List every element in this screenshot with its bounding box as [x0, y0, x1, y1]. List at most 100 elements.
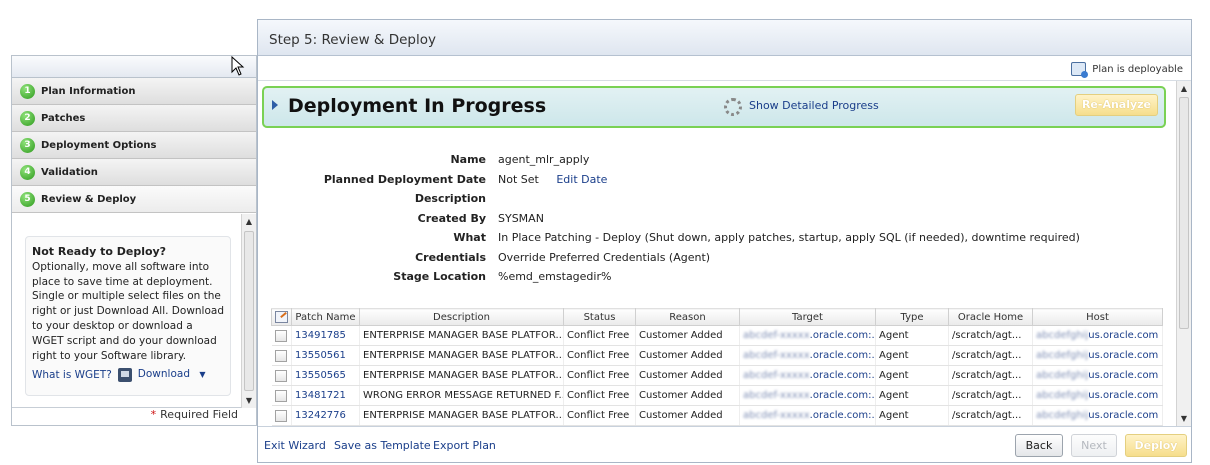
column-header-host[interactable]: Host [1032, 308, 1163, 326]
required-field-label: Required Field [160, 408, 238, 421]
train-step-label: Deployment Options [41, 139, 157, 151]
column-header-patch-name[interactable]: Patch Name [291, 308, 360, 326]
host-redacted: abcdefghij [1036, 390, 1089, 401]
row-select-cell[interactable] [271, 345, 292, 366]
train-step-review-deploy[interactable]: 5 Review & Deploy [12, 186, 256, 213]
target-link[interactable]: abcdef-xxxxx.oracle.com:... [743, 370, 876, 381]
train-step-patches[interactable]: 2 Patches [12, 105, 256, 132]
expand-arrow-icon[interactable] [272, 100, 278, 110]
target-link[interactable]: abcdef-xxxxx.oracle.com:... [743, 350, 876, 361]
content-scrollbar[interactable]: ▲ ▼ [1176, 81, 1191, 426]
patch-status: Conflict Free [563, 365, 636, 386]
column-header-target[interactable]: Target [739, 308, 876, 326]
row-select-cell[interactable] [271, 385, 292, 406]
scroll-down-arrow-icon[interactable]: ▼ [1177, 411, 1191, 426]
host-text: us.oracle.com [1088, 330, 1159, 341]
host-link[interactable]: abcdefghijus.oracle.com [1036, 410, 1158, 421]
row-select-cell[interactable] [271, 365, 292, 386]
column-header-oracle-home[interactable]: Oracle Home [948, 308, 1033, 326]
target-link[interactable]: abcdef-xxxxx.oracle.com:... [743, 390, 875, 401]
detail-value: In Place Patching - Deploy (Shut down, a… [498, 231, 1080, 245]
host-link[interactable]: abcdefghijus.oracle.com [1036, 390, 1158, 401]
train-panel-header [12, 56, 256, 78]
patch-link[interactable]: 13491785 [295, 330, 346, 341]
edit-date-link[interactable]: Edit Date [556, 173, 607, 186]
host-link[interactable]: abcdefghijus.oracle.com [1036, 350, 1158, 361]
row-checkbox[interactable] [274, 369, 287, 382]
scroll-thumb[interactable] [244, 231, 254, 391]
show-detailed-progress-link[interactable]: Show Detailed Progress [749, 99, 879, 112]
scroll-down-arrow-icon[interactable]: ▼ [242, 393, 256, 408]
table-row[interactable]: 13481721 WRONG ERROR MESSAGE RETURNED F.… [271, 385, 1163, 406]
row-checkbox[interactable] [274, 409, 287, 422]
column-header-status[interactable]: Status [563, 308, 636, 326]
back-button[interactable]: Back [1015, 434, 1063, 457]
deploy-status-text: Plan is deployable [1092, 63, 1183, 75]
host-link[interactable]: abcdefghijus.oracle.com [1036, 330, 1158, 341]
what-is-wget-link[interactable]: What is WGET? [32, 368, 112, 383]
download-icon[interactable] [117, 368, 132, 383]
target-type: Agent [875, 345, 949, 366]
edit-columns-icon[interactable] [275, 311, 288, 323]
patch-reason: Customer Added [635, 405, 740, 426]
detail-label: Name [450, 153, 486, 167]
detail-value: SYSMAN [498, 211, 544, 225]
row-checkbox[interactable] [274, 329, 287, 342]
plan-details: Name agent_mlr_apply Planned Deployment … [258, 150, 1175, 287]
target-link[interactable]: abcdef-xxxxx.oracle.com:... [743, 410, 875, 421]
target-type: Agent [875, 365, 949, 386]
step-number-badge: 1 [20, 83, 35, 99]
column-header-type[interactable]: Type [875, 308, 949, 326]
patch-reason: Customer Added [635, 365, 740, 386]
target-text: .oracle.com:... [809, 370, 876, 381]
column-header-reason[interactable]: Reason [635, 308, 740, 326]
patch-link[interactable]: 13550565 [295, 370, 346, 381]
target-text: .oracle.com:... [809, 330, 876, 341]
detail-value: Override Preferred Credentials (Agent) [498, 250, 711, 264]
target-redacted: abcdef-xxxxx [743, 410, 810, 421]
exit-wizard-link[interactable]: Exit Wizard [264, 439, 326, 452]
next-button[interactable]: Next [1071, 434, 1117, 457]
patch-reason: Customer Added [635, 325, 740, 346]
patch-link[interactable]: 13242776 [295, 410, 346, 421]
train-panel: 1 Plan Information 2 Patches 3 Deploymen… [11, 55, 257, 426]
table-row[interactable]: 13242776 ENTERPRISE MANAGER BASE PLATFOR… [271, 405, 1163, 426]
scroll-up-arrow-icon[interactable]: ▲ [242, 214, 256, 229]
scroll-up-arrow-icon[interactable]: ▲ [1177, 81, 1191, 96]
review-deploy-panel: Step 5: Review & Deploy Plan is deployab… [257, 19, 1192, 463]
oracle-home: /scratch/agt... [948, 405, 1033, 426]
target-redacted: abcdef-xxxxx [743, 350, 810, 361]
table-row[interactable]: 13491785 ENTERPRISE MANAGER BASE PLATFOR… [271, 325, 1163, 346]
column-header-description[interactable]: Description [359, 308, 564, 326]
target-link[interactable]: abcdef-xxxxx.oracle.com:... [743, 330, 876, 341]
row-checkbox[interactable] [274, 389, 287, 402]
export-plan-link[interactable]: Export Plan [433, 439, 496, 452]
re-analyze-button[interactable]: Re-Analyze [1075, 94, 1158, 116]
row-checkbox[interactable] [274, 349, 287, 362]
date-value: Not Set [498, 172, 539, 186]
table-row[interactable]: 13550565 ENTERPRISE MANAGER BASE PLATFOR… [271, 365, 1163, 386]
edit-columns-header[interactable] [271, 308, 292, 326]
patch-link[interactable]: 13481721 [295, 390, 346, 401]
patch-reason: Customer Added [635, 345, 740, 366]
save-as-template-link[interactable]: Save as Template [334, 439, 431, 452]
step-number-badge: 5 [20, 191, 35, 207]
info-scrollbar[interactable]: ▲ ▼ [241, 214, 256, 408]
scroll-thumb[interactable] [1179, 97, 1189, 329]
detail-value: Not Set Edit Date [498, 173, 607, 186]
info-body: Optionally, move all software into place… [32, 260, 224, 362]
detail-label: Created By [417, 211, 486, 225]
train-step-deployment-options[interactable]: 3 Deployment Options [12, 132, 256, 159]
row-select-cell[interactable] [271, 325, 292, 346]
host-text: us.oracle.com [1088, 350, 1159, 361]
train-step-plan-information[interactable]: 1 Plan Information [12, 78, 256, 105]
host-link[interactable]: abcdefghijus.oracle.com [1036, 370, 1158, 381]
deploy-button[interactable]: Deploy [1125, 434, 1187, 457]
patch-link[interactable]: 13550561 [295, 350, 346, 361]
row-select-cell[interactable] [271, 405, 292, 426]
oracle-home: /scratch/agt... [948, 385, 1033, 406]
target-text: .oracle.com:... [809, 350, 876, 361]
download-menu-button[interactable]: Download ▼ [138, 367, 206, 383]
table-row[interactable]: 13550561 ENTERPRISE MANAGER BASE PLATFOR… [271, 345, 1163, 366]
train-step-validation[interactable]: 4 Validation [12, 159, 256, 186]
